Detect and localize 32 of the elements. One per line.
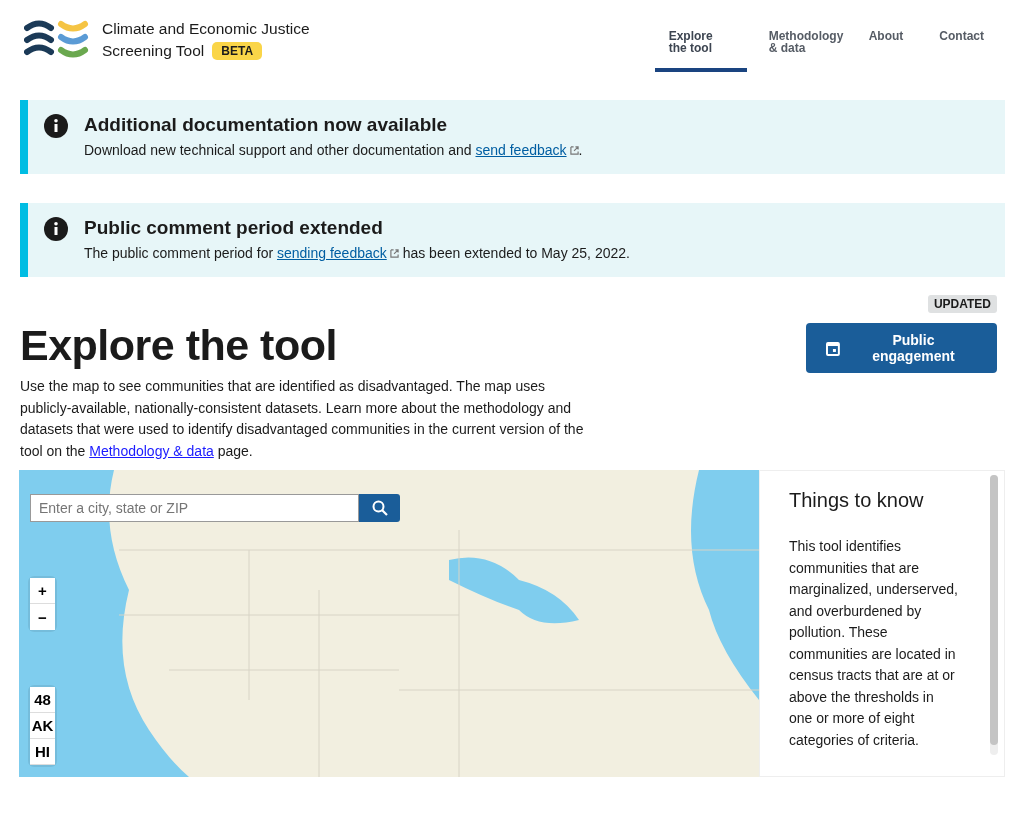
info-icon — [44, 114, 68, 138]
updated-tag: UPDATED — [927, 295, 997, 313]
panel-title: Things to know — [789, 489, 925, 512]
nav-link[interactable]: Explore the tool — [654, 14, 747, 72]
nav-link[interactable]: Contact — [925, 14, 998, 72]
alert-text: The public comment period for sending feedback has been extended to May 25, 2022. — [84, 245, 630, 261]
search-button[interactable] — [359, 494, 400, 522]
methodology-link[interactable]: Methodology & data — [89, 442, 214, 459]
site-title: Climate and Economic Justice — [102, 19, 310, 39]
site-title: Screening Tool — [102, 41, 205, 61]
info-icon — [44, 217, 68, 241]
calendar-icon — [826, 340, 840, 356]
feedback-link[interactable]: sending feedback — [277, 245, 387, 261]
logo-icon — [24, 19, 90, 61]
beta-badge: BETA — [212, 42, 263, 60]
public-engagement-button[interactable]: Public engagement — [806, 323, 997, 373]
scrollbar[interactable] — [990, 475, 998, 755]
nav-link[interactable]: Methodology & data — [754, 14, 847, 72]
alert-text: Download new technical support and other documentation and send feedback . — [84, 142, 583, 158]
location-search-field[interactable]: Enter a city, state or ZIP — [30, 494, 359, 522]
zoom-in-button[interactable]: + — [30, 578, 55, 604]
territory-button[interactable]: 48 — [30, 687, 55, 713]
panel-text: This tool identifies communities that are marginalized, underserved, and overburdened by pollution. These communities are located in census tracts that are at or above the thresholds in one or more of eight categories of criteria. — [789, 537, 959, 750]
nav-link[interactable]: About — [854, 14, 918, 72]
external-link-icon — [389, 249, 399, 258]
feedback-link[interactable]: send feedback — [475, 142, 567, 158]
external-link-icon — [569, 146, 579, 155]
alert-title: Public comment period extended — [84, 217, 384, 239]
alert-title: Additional documentation now available — [84, 114, 449, 136]
page-heading: Explore the tool — [20, 321, 338, 370]
search-icon — [371, 500, 388, 516]
intro-text: Use the map to see communities that are identified as disadvantaged. The map uses publicly-available, nationally-consistent datasets. Learn more about the methodology and datasets that were used to identify disadvantaged communities in the current version of the tool on the Methodology & data page. — [20, 377, 585, 461]
